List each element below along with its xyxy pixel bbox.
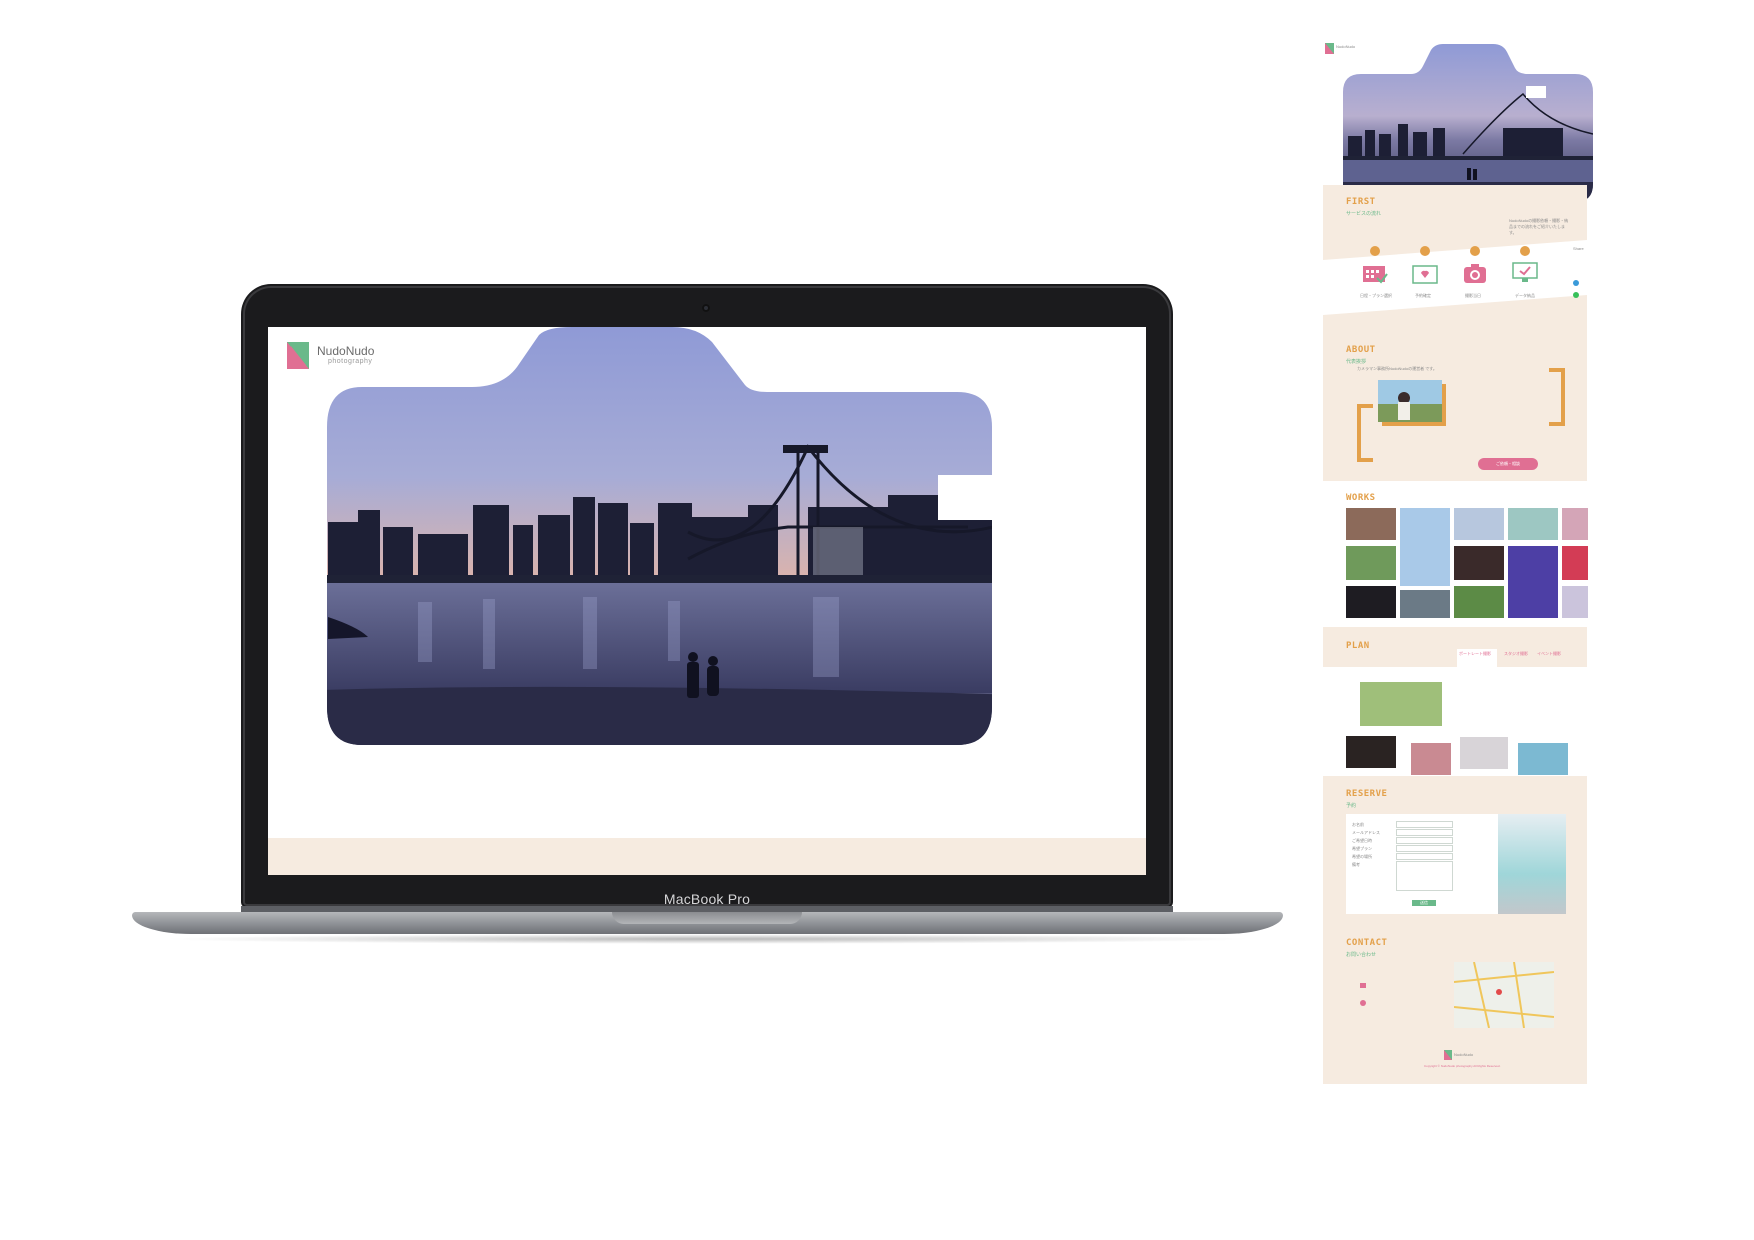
thumb-about-button[interactable]: ご依頼・相談: [1478, 458, 1538, 470]
footer-copyright: Copyright © NudoNudo photography All Rig…: [1424, 1064, 1501, 1068]
work-thumb[interactable]: [1346, 546, 1396, 580]
work-thumb[interactable]: [1562, 546, 1588, 580]
footer-logo-icon: [1444, 1050, 1452, 1060]
thumb-plan-gallery-4[interactable]: [1518, 743, 1568, 775]
webcam-icon: [702, 304, 710, 312]
scroll-label[interactable]: SCROLL: [686, 774, 737, 788]
thumb-first-subtitle: サービスの流れ: [1346, 211, 1382, 217]
mail-heart-icon: [1412, 265, 1438, 284]
thumb-reserve-title: RESERVE: [1346, 789, 1388, 799]
form-label-email: メールアドレス: [1352, 830, 1380, 835]
form-input-name[interactable]: [1396, 821, 1453, 828]
step-label-3: 撮影当日: [1465, 293, 1481, 298]
form-label-plan: 希望プラン: [1352, 846, 1372, 851]
twitter-icon[interactable]: [1573, 280, 1579, 286]
thumb-share-label[interactable]: Share: [1573, 246, 1584, 251]
form-textarea-note[interactable]: [1396, 861, 1453, 891]
step-number-1-icon: [1370, 246, 1380, 256]
form-input-date[interactable]: [1396, 837, 1453, 844]
thumb-plan-title: PLAN: [1346, 641, 1370, 651]
thumb-about-lead: カメラマン事務所NudoNudoの運営者 です。: [1357, 366, 1437, 371]
work-thumb[interactable]: [1508, 508, 1558, 540]
thumb-about-bracket-left: [1357, 404, 1373, 462]
form-input-email[interactable]: [1396, 829, 1453, 836]
thumb-contact-title: CONTACT: [1346, 938, 1388, 948]
work-thumb[interactable]: [1346, 508, 1396, 540]
thumb-plan-gallery-3[interactable]: [1460, 737, 1508, 769]
thumb-works-grid: [1346, 508, 1588, 628]
thumb-about-button-label: ご依頼・相談: [1496, 461, 1520, 466]
thumb-works-title: WORKS: [1346, 493, 1376, 503]
line-icon[interactable]: [1573, 292, 1579, 298]
thumb-plan-tab-3[interactable]: イベント撮影: [1537, 651, 1561, 657]
form-select-plan[interactable]: [1396, 845, 1453, 852]
work-thumb[interactable]: [1400, 590, 1450, 618]
laptop-shadow: [160, 934, 1255, 944]
thumb-hero-camera-photo: [1343, 44, 1593, 202]
brand-subtitle: photography: [328, 358, 373, 365]
thumb-reserve-photo: [1498, 814, 1566, 914]
thumb-first-desc: NudoNudoの撮影依頼・撮影・納品までの流れをご紹介いたします。: [1509, 218, 1569, 235]
calendar-icon: [1363, 266, 1388, 284]
footer-brand: NudoNudo: [1454, 1052, 1474, 1057]
form-submit-button[interactable]: 送信: [1412, 900, 1436, 906]
map-pin-icon: [1360, 1000, 1366, 1006]
thumb-about-bracket-right: [1549, 368, 1565, 426]
form-label-date: ご希望日時: [1352, 838, 1372, 843]
thumb-plan-photo: [1360, 682, 1442, 726]
thumb-plan-gallery-1[interactable]: [1346, 736, 1396, 768]
work-thumb[interactable]: [1562, 586, 1588, 618]
thumb-plan-gallery-2[interactable]: [1411, 743, 1451, 775]
step-number-4-icon: [1520, 246, 1530, 256]
work-thumb[interactable]: [1454, 546, 1504, 580]
thumb-reserve-subtitle: 予約: [1346, 803, 1357, 809]
thumb-contact-map[interactable]: [1454, 962, 1554, 1028]
form-select-place[interactable]: [1396, 853, 1453, 860]
work-thumb[interactable]: [1562, 508, 1588, 540]
thumb-steps: 日程・プラン選択 予約確定 撮影当日 データ納品: [1360, 246, 1560, 306]
form-label-place: 希望の場所: [1352, 854, 1372, 859]
fullpage-thumbnail: NudoNudo FIRST サービスの流れ NudoNudoの撮影依頼・撮影・…: [1323, 40, 1619, 1210]
thumb-plan-tab-1[interactable]: ポートレート撮影: [1459, 651, 1491, 657]
thumb-reserve-form: お名前 メールアドレス ご希望日時 希望プラン 希望の場所 備考 送信: [1346, 814, 1566, 914]
thumb-first-title: FIRST: [1346, 197, 1376, 207]
thumb-contact-subtitle: お問い合わせ: [1346, 952, 1377, 958]
work-thumb[interactable]: [1454, 508, 1504, 540]
work-thumb[interactable]: [1508, 546, 1558, 618]
form-label-name: お名前: [1352, 822, 1364, 827]
thumb-about-title: ABOUT: [1346, 345, 1376, 355]
mail-icon: [1360, 983, 1366, 988]
monitor-check-icon: [1512, 262, 1538, 282]
brand-logo-icon: [287, 342, 309, 369]
brand-name: NudoNudo: [317, 344, 375, 358]
next-section-strip: [268, 838, 1146, 875]
step-number-2-icon: [1420, 246, 1430, 256]
step-label-1: 日程・プラン選択: [1360, 293, 1392, 298]
work-thumb[interactable]: [1454, 586, 1504, 618]
thumb-about-photo: [1378, 380, 1446, 426]
work-thumb[interactable]: [1400, 508, 1450, 586]
step-label-2: 予約確定: [1415, 293, 1431, 298]
thumb-plan-tab-2[interactable]: スタジオ撮影: [1504, 651, 1528, 657]
form-label-note: 備考: [1352, 862, 1360, 867]
thumb-about-subtitle: 代表挨拶: [1346, 359, 1367, 365]
laptop-screen: NudoNudo photography SCROLL: [268, 327, 1146, 875]
camera-icon: [1464, 264, 1486, 283]
map-roads: [1454, 962, 1554, 1028]
step-number-3-icon: [1470, 246, 1480, 256]
chevron-down-icon[interactable]: [664, 790, 746, 816]
laptop-model-label: MacBook Pro: [663, 891, 751, 907]
hero-overlay-box: [938, 475, 1012, 520]
thumb-brand-logo-icon: [1325, 43, 1334, 54]
step-label-4: データ納品: [1515, 293, 1535, 298]
laptop-notch: [612, 912, 802, 924]
form-submit-label: 送信: [1420, 900, 1428, 905]
work-thumb[interactable]: [1346, 586, 1396, 618]
